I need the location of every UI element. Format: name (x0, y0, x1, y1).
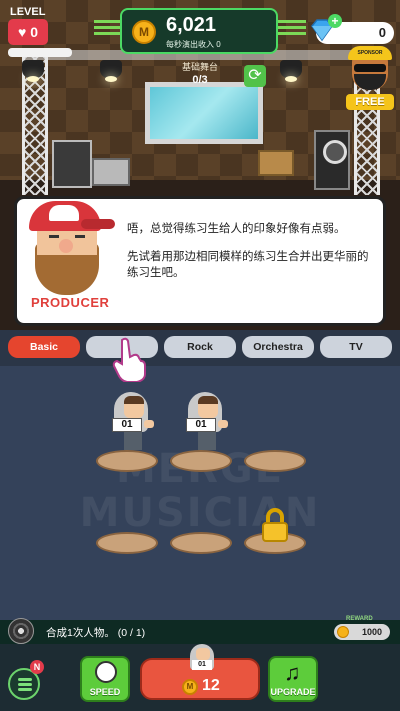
menu-icon (18, 678, 32, 681)
producer-eye (75, 235, 85, 238)
mission-text: 合成1次人物。 (0 / 1) (46, 627, 146, 639)
coins-value: 6,021 (166, 14, 217, 36)
dialog-line: 唔，总觉得练习生给人的印象好像有点弱。 (127, 223, 346, 235)
musician-arm (144, 420, 154, 428)
buy-musician-badge: 01 (192, 660, 212, 670)
tab-orchestra[interactable]: Orchestra (242, 336, 314, 358)
sponsor-button[interactable]: SPONSOR FREE (344, 44, 396, 110)
speaker-name: PRODUCER (31, 295, 110, 310)
coin-icon (337, 626, 349, 638)
sponsor-hat: SPONSOR (348, 46, 392, 60)
new-notification-badge: N (30, 660, 44, 674)
musician-hair (198, 396, 218, 404)
decor-lines-left (94, 20, 122, 36)
coin-icon: M (132, 20, 156, 44)
add-gems-icon[interactable]: + (328, 14, 342, 28)
musician-level-badge: 01 (186, 418, 216, 432)
lock-icon (262, 508, 288, 542)
gem-panel[interactable]: + 0 (311, 14, 394, 44)
stage-screen (145, 82, 263, 144)
upgrade-button[interactable]: ♫ UPGRADE (268, 656, 318, 702)
mission-bar[interactable]: 合成1次人物。 (0 / 1) REWARD 1000 (0, 616, 400, 644)
dialog-line: 先试着用那边相同模样的练习生合并出更华丽的练习生吧。 (127, 251, 369, 279)
upgrade-label: UPGRADE (270, 687, 316, 697)
heart-icon: ♥ (17, 24, 27, 40)
coins-panel: M 6,021 每秒演出收入 0 (120, 8, 278, 54)
producer-avatar (27, 201, 117, 297)
level-label: LEVEL (10, 6, 46, 18)
income-rate-label: 每秒演出收入 0 (166, 40, 221, 49)
pad-slot[interactable] (244, 450, 306, 484)
tab-tv[interactable]: TV (320, 336, 392, 358)
producer-dialog[interactable]: PRODUCER 唔，总觉得练习生给人的印象好像有点弱。 先试着用那边相同模样的… (14, 196, 386, 326)
watermark-line: MUSICIAN (79, 490, 321, 536)
musician-arm (218, 420, 228, 428)
musician-legs (124, 432, 142, 450)
musician-piece[interactable]: 01 (184, 392, 230, 452)
stage-performer-count: 0/3 (192, 74, 208, 86)
reward-value: 1000 (361, 627, 382, 637)
refresh-stage-button[interactable]: ⟳ (244, 65, 266, 87)
music-note-icon: ♫ (284, 660, 301, 685)
hearts-count: 0 (30, 24, 39, 40)
crate-prop (258, 150, 294, 176)
bottom-toolbar: N SPEED 01 M 12 ♫ UPGRADE (0, 644, 400, 711)
menu-icon-line (18, 688, 32, 691)
pad-slot[interactable] (170, 450, 232, 484)
speaker-prop (314, 130, 350, 190)
stopwatch-icon (95, 661, 117, 683)
musician-legs (198, 432, 216, 450)
amplifier (52, 140, 92, 188)
level-progress-bar (8, 48, 72, 57)
pad-slot[interactable] (96, 532, 158, 566)
reward-label: REWARD (346, 616, 373, 622)
stage-name: 基础舞台 (181, 62, 218, 72)
record-disc-icon (8, 618, 34, 644)
menu-icon-line (18, 683, 32, 686)
dialog-text: 唔，总觉得练习生给人的印象好像有点弱。 先试着用那边相同模样的练习生合并出更华丽… (127, 221, 377, 293)
producer-cap-brim (81, 219, 115, 229)
decor-lines-right (278, 20, 306, 36)
musician-preview: 01 (186, 644, 218, 674)
keyboard-prop (92, 158, 130, 186)
buy-musician-button[interactable]: 01 M 12 (140, 644, 260, 700)
refresh-icon: ⟳ (248, 67, 262, 84)
producer-eye (49, 235, 59, 238)
pad-slot[interactable] (96, 450, 158, 484)
producer-nose (59, 239, 73, 253)
speed-button[interactable]: SPEED (80, 656, 130, 702)
category-tabs: Basic Rock Orchestra TV (0, 330, 400, 366)
musician-hair (124, 396, 144, 404)
reward-button[interactable]: 1000 (334, 624, 390, 640)
tab-rock[interactable]: Rock (164, 336, 236, 358)
musician-piece[interactable]: 01 (110, 392, 156, 452)
sponsor-glasses (354, 64, 386, 72)
gems-value: 0 (378, 25, 386, 40)
merge-board: MERGE MUSICIAN 01 01 (0, 366, 400, 620)
free-badge: FREE (346, 94, 394, 110)
pad-slot[interactable] (170, 532, 232, 566)
level-heart-badge[interactable]: ♥ 0 (8, 19, 48, 45)
buy-price: 12 (202, 677, 220, 694)
tab-basic[interactable]: Basic (8, 336, 80, 358)
speed-label: SPEED (89, 687, 121, 697)
musician-level-badge: 01 (112, 418, 142, 432)
coin-icon: M (182, 679, 198, 695)
tutorial-hand-icon (112, 337, 146, 382)
